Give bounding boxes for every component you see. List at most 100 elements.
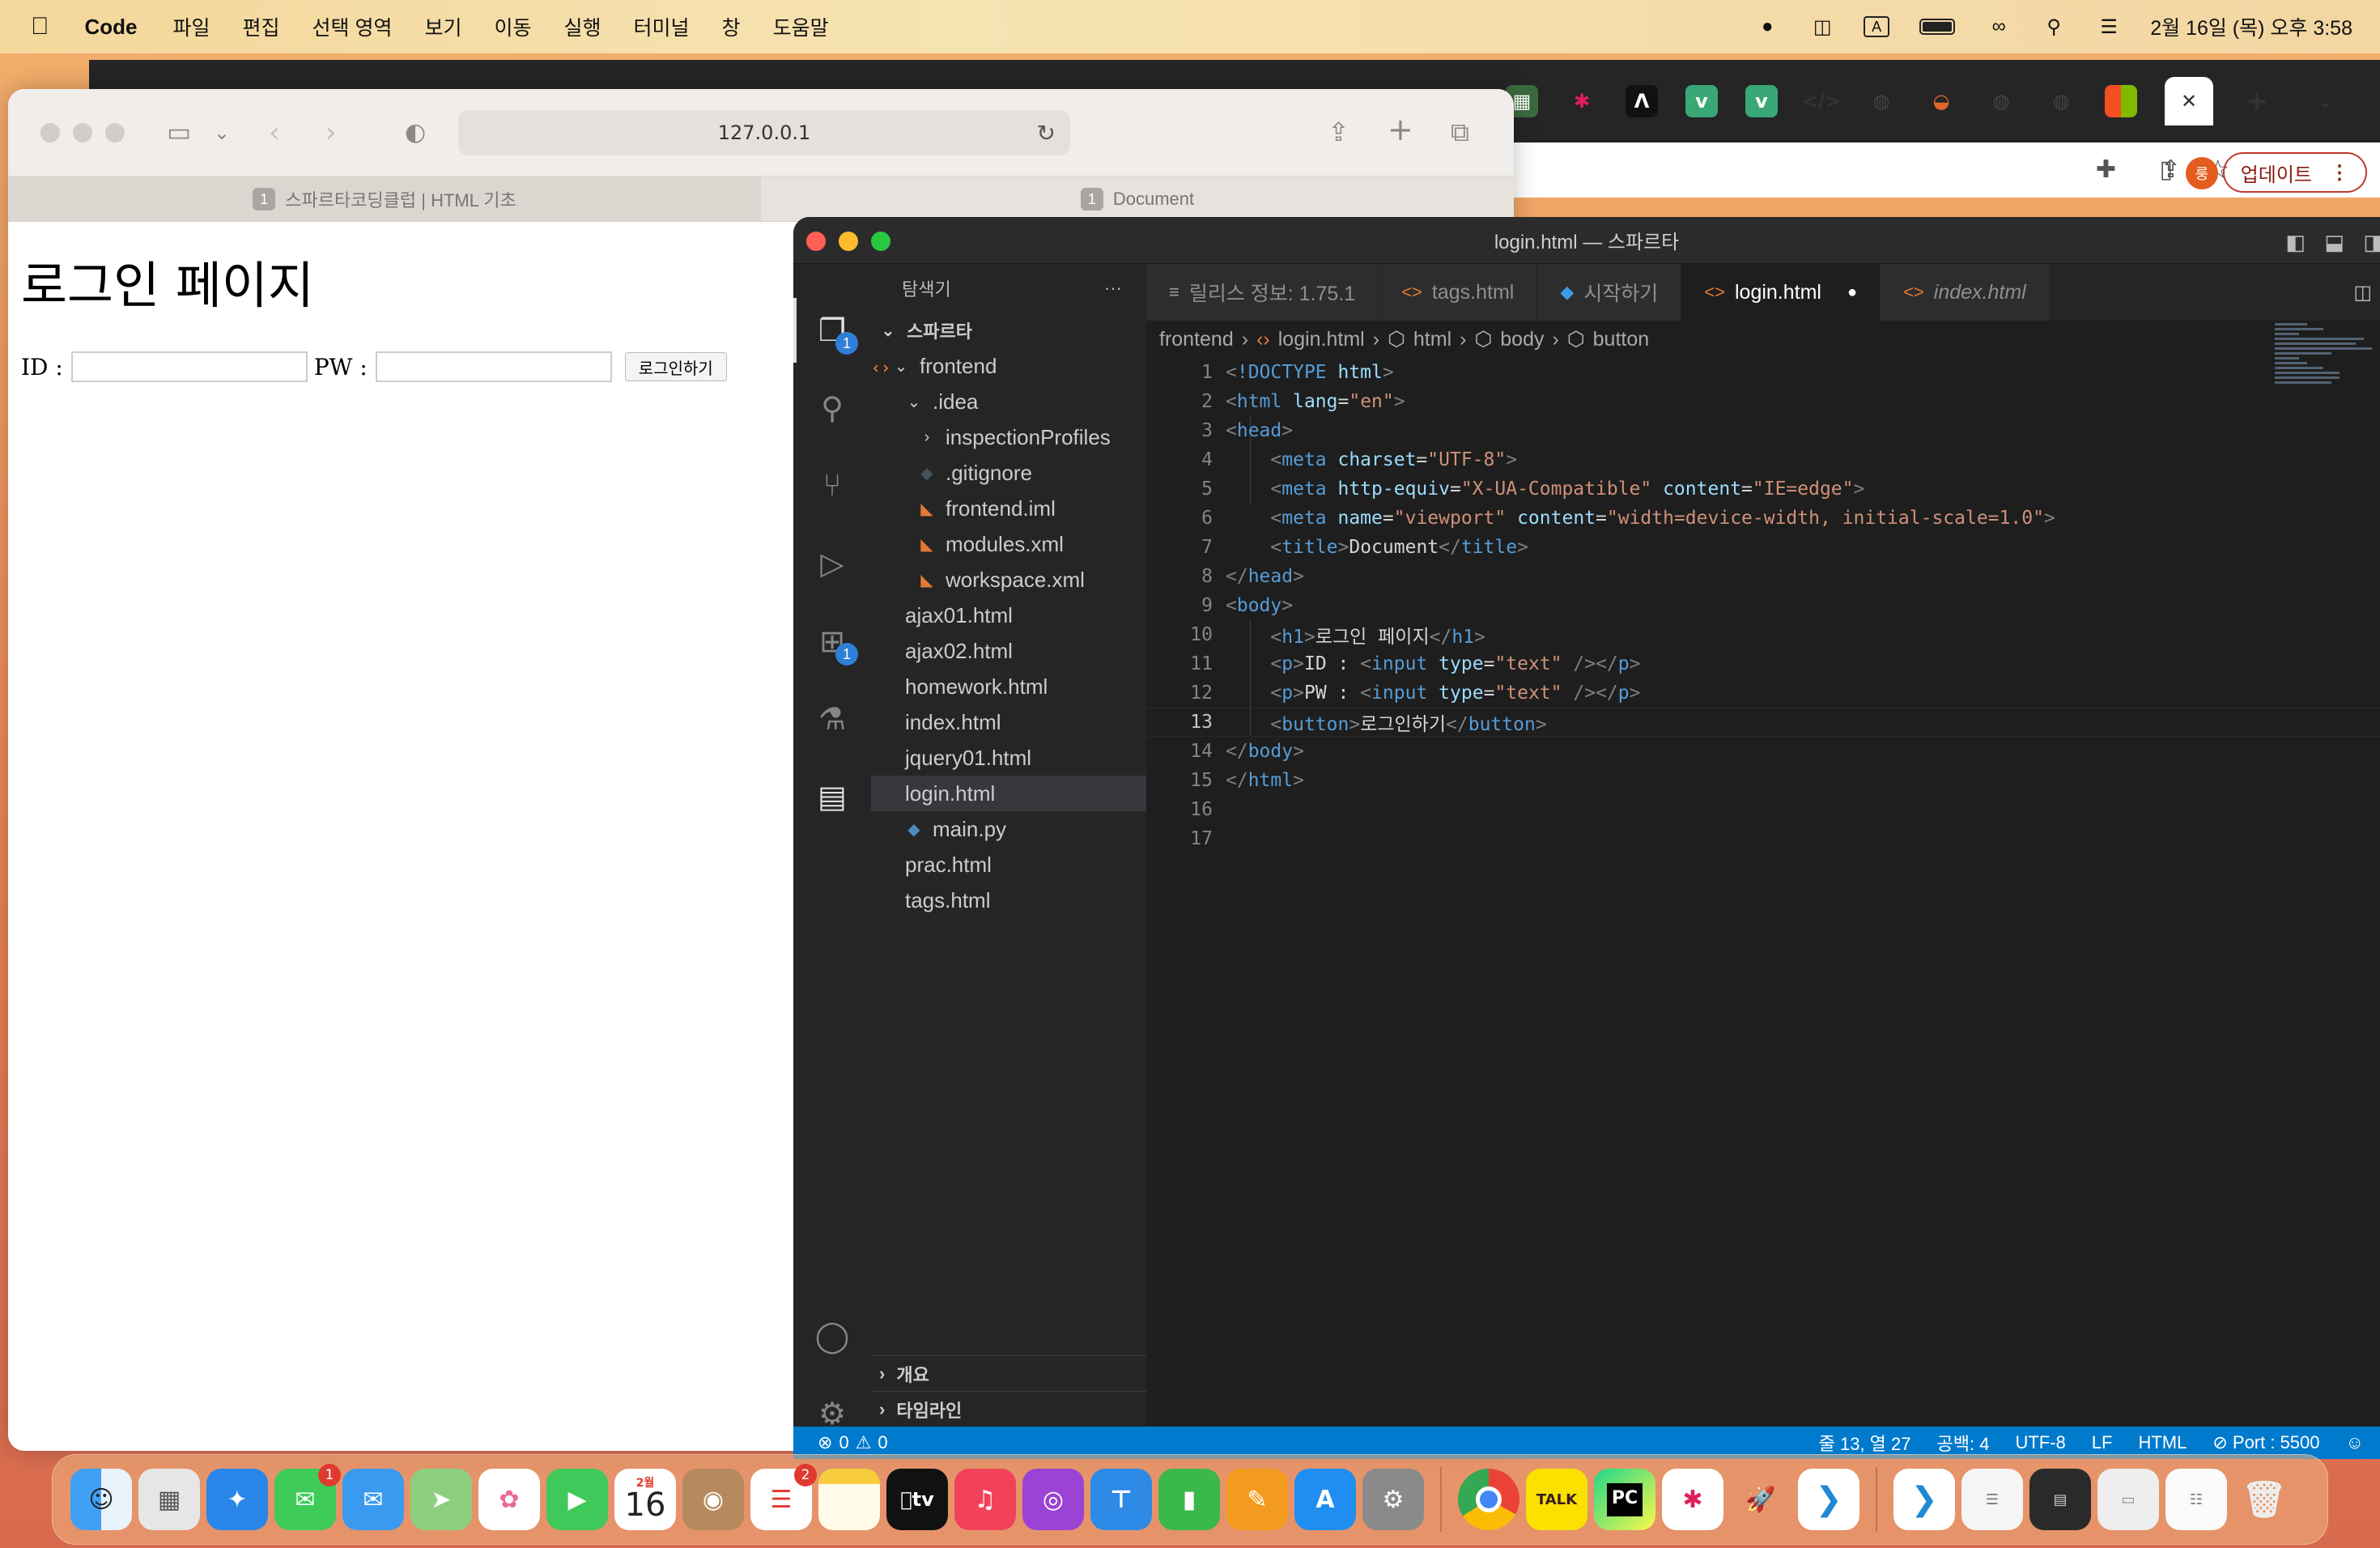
launchpad-icon[interactable]: ▦	[138, 1469, 200, 1530]
menu-window[interactable]: 창	[722, 12, 741, 41]
code-line[interactable]: 11 <p>ID : <input type="text" /></p>	[1146, 649, 2380, 678]
reload-icon[interactable]: ↻	[1037, 120, 1056, 147]
editor-tab[interactable]: ≡ 릴리스 정보: 1.75.1	[1146, 264, 1379, 321]
mail-icon[interactable]: ✉	[342, 1469, 404, 1530]
zoom-window-button[interactable]	[105, 123, 125, 142]
maps-icon[interactable]: ➤	[410, 1469, 472, 1530]
close-tab-icon[interactable]: ✕	[2165, 77, 2213, 125]
angular-tab-icon[interactable]: Λ	[1626, 85, 1658, 117]
problems-status[interactable]: ⊗ 0 ⚠ 0	[818, 1432, 888, 1453]
editor-tab[interactable]: ◆ 시작하기	[1537, 264, 1682, 321]
globe-tab-icon-2[interactable]: ◍	[1985, 85, 2017, 117]
source-control-icon[interactable]: ⑂	[813, 466, 852, 505]
feedback-icon[interactable]: ☺	[2346, 1432, 2364, 1453]
sidepanel-icon[interactable]: ▯	[2159, 155, 2173, 184]
menu-terminal[interactable]: 터미널	[634, 12, 690, 41]
photos-icon[interactable]: ✿	[478, 1469, 540, 1530]
code-line[interactable]: 17	[1146, 824, 2380, 853]
facetime-icon[interactable]: ▶	[546, 1469, 608, 1530]
menu-file[interactable]: 파일	[173, 12, 210, 41]
control-center-icon[interactable]: ☰	[2095, 16, 2123, 38]
screen-recording-icon[interactable]: ●	[1753, 15, 1781, 37]
code-line[interactable]: 3 <head>	[1146, 416, 2380, 445]
tree-item[interactable]: ‹› jquery01.html	[871, 358, 1146, 776]
minimized-window-thumbnail[interactable]: ▭	[2097, 1469, 2159, 1530]
podcasts-icon[interactable]: ◎	[1022, 1469, 1084, 1530]
numbers-icon[interactable]: ▮	[1158, 1469, 1220, 1530]
code-line[interactable]: 12 <p>PW : <input type="text" /></p>	[1146, 678, 2380, 708]
pw-input[interactable]	[375, 351, 612, 382]
tree-item[interactable]: ‹› homework.html	[871, 358, 1146, 704]
zoom-window-button[interactable]	[871, 232, 890, 251]
slack-tab-icon[interactable]: ✱	[1566, 85, 1598, 117]
vue-tab-icon[interactable]: v	[1685, 85, 1718, 117]
code-line[interactable]: 2 <html lang="en">	[1146, 387, 2380, 416]
tree-item[interactable]: ◣ frontend.iml	[871, 491, 1146, 526]
safari-tab-document[interactable]: 1 Document	[761, 176, 1514, 221]
code-line[interactable]: 14 </body>	[1146, 737, 2380, 766]
tree-item[interactable]: ‹› tags.html	[871, 358, 1146, 918]
tree-item[interactable]: ‹› index.html	[871, 358, 1146, 740]
eol-status[interactable]: LF	[2092, 1432, 2113, 1453]
code-line[interactable]: 4 <meta charset="UTF-8">	[1146, 445, 2380, 474]
new-tab-icon[interactable]: +	[2241, 85, 2273, 117]
vscode-minimized-icon[interactable]: ❯	[1893, 1469, 1955, 1530]
close-window-button[interactable]	[40, 123, 60, 142]
notes-icon[interactable]	[818, 1469, 880, 1530]
breadcrumb-item[interactable]: body	[1500, 328, 1544, 351]
globe-tab-icon-3[interactable]: ◍	[2045, 85, 2077, 117]
tree-item[interactable]: ‹› prac.html	[871, 358, 1146, 882]
code-line[interactable]: 9 <body>	[1146, 591, 2380, 620]
language-mode[interactable]: HTML	[2138, 1432, 2187, 1453]
contacts-icon[interactable]: ◉	[682, 1469, 744, 1530]
code-line[interactable]: 6 <meta name="viewport" content="width=d…	[1146, 504, 2380, 533]
tree-item[interactable]: ‹› ajax02.html	[871, 358, 1146, 669]
breadcrumb-item[interactable]: button	[1593, 328, 1650, 351]
menu-edit[interactable]: 편집	[243, 12, 280, 41]
sidebar-toggle-icon[interactable]: ▭	[167, 117, 191, 147]
code-line[interactable]: 10 <h1>로그인 페이지</h1>	[1146, 620, 2380, 649]
tree-item[interactable]: ◆ .gitignore	[871, 455, 1146, 491]
code-line[interactable]: 15 </html>	[1146, 766, 2380, 795]
code-line[interactable]: 16	[1146, 795, 2380, 824]
trash-icon[interactable]: 🗑	[2233, 1469, 2295, 1530]
tab-overview-icon[interactable]: ⧉	[1451, 117, 1469, 148]
tree-item[interactable]: ◆ main.py	[871, 811, 1146, 847]
editor-tab[interactable]: <> tags.html	[1379, 264, 1538, 321]
vscode-icon[interactable]: ❯	[1798, 1469, 1859, 1530]
tab-search-icon[interactable]: ⌄	[2309, 85, 2341, 117]
apple-tv-icon[interactable]: tv	[886, 1469, 948, 1530]
code-line[interactable]: 5 <meta http-equiv="X-UA-Compatible" con…	[1146, 474, 2380, 504]
login-button[interactable]: 로그인하기	[624, 352, 727, 381]
minimap[interactable]	[2275, 321, 2372, 384]
tree-item[interactable]: ◣ modules.xml	[871, 526, 1146, 562]
tree-item[interactable]: ⌄ frontend	[871, 348, 1146, 384]
editor-tab[interactable]: <> index.html	[1881, 264, 2050, 321]
apple-menu-icon[interactable]: 	[31, 13, 49, 40]
breadcrumb-item[interactable]: login.html	[1278, 328, 1365, 351]
sidebar-dropdown-icon[interactable]: ⌄	[214, 121, 230, 144]
app-store-icon[interactable]: A	[1294, 1469, 1356, 1530]
address-bar[interactable]: 127.0.0.1 ↻	[458, 110, 1070, 155]
music-icon[interactable]: ♫	[954, 1469, 1016, 1530]
tree-item[interactable]: ◣ workspace.xml	[871, 562, 1146, 598]
unsaved-dot-icon[interactable]: ●	[1847, 283, 1857, 302]
calendar-icon[interactable]: 2월 16	[614, 1469, 676, 1530]
back-icon[interactable]: ‹	[269, 117, 280, 149]
rocket-icon[interactable]: 🚀	[1730, 1469, 1791, 1530]
minimize-window-button[interactable]	[839, 232, 858, 251]
breadcrumb-item[interactable]: frontend	[1159, 328, 1234, 351]
spotlight-icon[interactable]: ⚲	[2040, 16, 2068, 38]
code-tab-icon[interactable]: </>	[1802, 85, 1842, 117]
minimized-window-thumbnail[interactable]: ☰	[1961, 1469, 2023, 1530]
timeline-section[interactable]: › 타임라인	[871, 1391, 1146, 1427]
encoding-status[interactable]: UTF-8	[2015, 1432, 2065, 1453]
explorer-more-icon[interactable]: ···	[1104, 278, 1122, 299]
keynote-icon[interactable]: ⊤	[1090, 1469, 1152, 1530]
tree-item[interactable]: ⌄ .idea	[871, 384, 1146, 419]
slack-icon[interactable]: ✱	[1662, 1469, 1723, 1530]
workspace-root[interactable]: ⌄ 스파르타	[871, 313, 1146, 348]
kakaotalk-icon[interactable]: TALK	[1526, 1469, 1587, 1530]
finder-icon[interactable]: ☺	[70, 1469, 132, 1530]
link-icon[interactable]: ∞	[1985, 15, 2012, 37]
